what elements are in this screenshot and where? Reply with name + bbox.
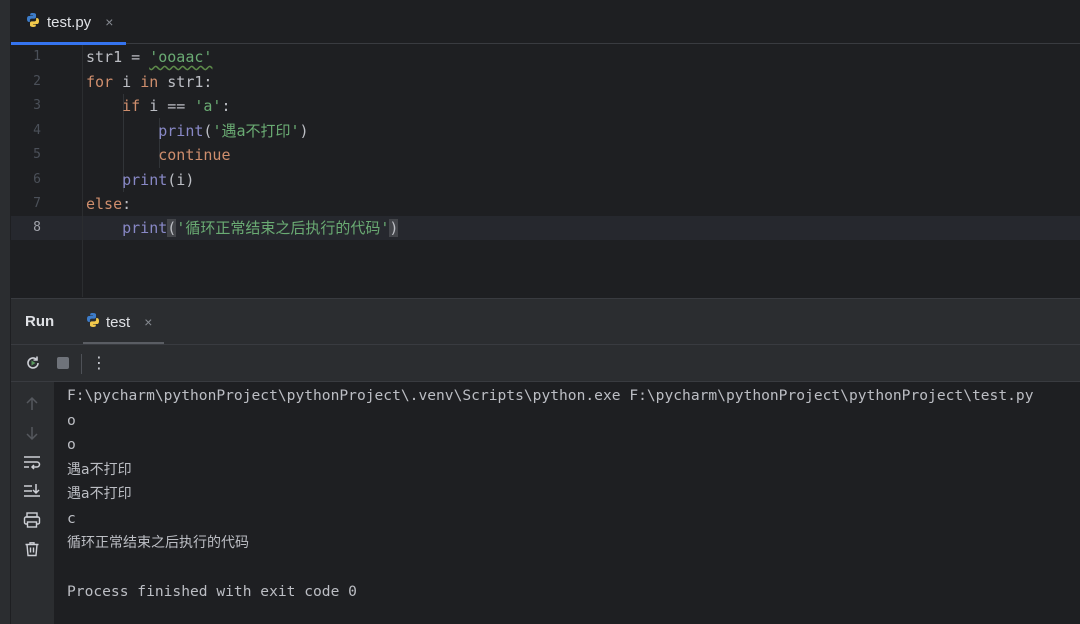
line-number: 1 bbox=[33, 49, 41, 64]
line-number: 5 bbox=[33, 147, 41, 162]
close-icon[interactable]: × bbox=[105, 14, 113, 30]
console-line: F:\pycharm\pythonProject\pythonProject\.… bbox=[67, 387, 1034, 404]
console-line: o bbox=[67, 411, 76, 429]
console-output[interactable]: F:\pycharm\pythonProject\pythonProject\.… bbox=[54, 382, 1080, 624]
string-literal: 'ooaac' bbox=[149, 48, 213, 66]
keyword: in bbox=[140, 72, 159, 91]
run-tab-test[interactable]: test × bbox=[83, 299, 164, 345]
rerun-icon[interactable] bbox=[23, 353, 43, 373]
python-file-icon bbox=[25, 12, 41, 33]
code-token: i == bbox=[140, 97, 195, 115]
code-line-8: print('循环正常结束之后执行的代码') bbox=[86, 216, 399, 240]
string-literal: '遇a不打印' bbox=[212, 121, 300, 140]
console-line: 遇a不打印 bbox=[67, 486, 132, 502]
builtin-function: print bbox=[158, 121, 204, 140]
run-toolbar: ⋮ bbox=[11, 344, 1080, 382]
code-token: (i) bbox=[167, 170, 195, 189]
code-line-5: continue bbox=[86, 143, 231, 167]
trash-icon[interactable] bbox=[22, 539, 42, 559]
string-literal: '循环正常结束之后执行的代码' bbox=[176, 219, 390, 237]
code-token: str1 = bbox=[86, 48, 150, 66]
code-token: str1: bbox=[158, 72, 213, 91]
editor-tab-label: test.py bbox=[47, 13, 92, 31]
run-tool-window-header: Run test × bbox=[11, 298, 1080, 345]
code-line-2: for i in str1: bbox=[86, 70, 212, 94]
left-tool-strip bbox=[0, 0, 11, 624]
run-tab-label: test bbox=[106, 313, 131, 331]
more-options-icon[interactable]: ⋮ bbox=[89, 353, 109, 373]
editor-tab-test-py[interactable]: test.py × bbox=[11, 0, 126, 45]
code-token: i bbox=[113, 72, 141, 91]
keyword: continue bbox=[158, 146, 231, 164]
keyword: else bbox=[86, 195, 123, 213]
soft-wrap-icon[interactable] bbox=[22, 452, 42, 472]
console-line: 循环正常结束之后执行的代码 bbox=[67, 535, 249, 551]
python-run-config-icon bbox=[85, 312, 101, 333]
console-line-exit-status: Process finished with exit code 0 bbox=[67, 583, 357, 600]
line-number-current: 8 bbox=[33, 220, 41, 235]
close-icon[interactable]: × bbox=[144, 314, 152, 330]
console-line: c bbox=[67, 509, 76, 527]
code-token: : bbox=[221, 97, 231, 115]
editor-tab-bar: test.py × bbox=[11, 0, 1080, 45]
stop-icon[interactable] bbox=[53, 353, 73, 373]
code-line-4: print('遇a不打印') bbox=[86, 119, 309, 143]
string-literal: 'a' bbox=[194, 97, 222, 115]
builtin-function: print bbox=[122, 170, 168, 189]
code-line-3: if i == 'a': bbox=[86, 94, 231, 118]
run-panel-title: Run bbox=[25, 313, 55, 330]
matched-bracket: ( bbox=[167, 219, 177, 237]
builtin-function: print bbox=[122, 219, 168, 237]
line-number-gutter: 1 2 3 4 5 6 7 8 bbox=[11, 45, 83, 297]
code-token: : bbox=[122, 195, 132, 213]
line-number: 3 bbox=[33, 98, 41, 113]
arrow-up-icon[interactable] bbox=[22, 394, 42, 414]
scroll-to-end-icon[interactable] bbox=[22, 481, 42, 501]
keyword: for bbox=[86, 72, 114, 91]
toolbar-separator bbox=[81, 354, 82, 374]
arrow-down-icon[interactable] bbox=[22, 423, 42, 443]
code-token: ) bbox=[299, 121, 309, 140]
console-side-toolbar bbox=[11, 382, 54, 624]
console-line: o bbox=[67, 436, 76, 453]
code-editor[interactable]: 1 2 3 4 5 6 7 8 str1 = 'ooaac' for i in … bbox=[11, 45, 1080, 297]
line-number: 6 bbox=[33, 171, 41, 187]
line-number: 4 bbox=[33, 122, 41, 138]
matched-bracket: ) bbox=[389, 219, 399, 237]
gutter-separator bbox=[82, 45, 83, 297]
console-line: 遇a不打印 bbox=[67, 461, 132, 478]
code-line-7: else: bbox=[86, 192, 131, 216]
code-line-6: print(i) bbox=[86, 168, 194, 192]
code-line-1: str1 = 'ooaac' bbox=[86, 45, 212, 69]
keyword: if bbox=[122, 97, 141, 115]
line-number: 7 bbox=[33, 196, 41, 211]
line-number: 2 bbox=[33, 73, 41, 89]
print-icon[interactable] bbox=[22, 510, 42, 530]
